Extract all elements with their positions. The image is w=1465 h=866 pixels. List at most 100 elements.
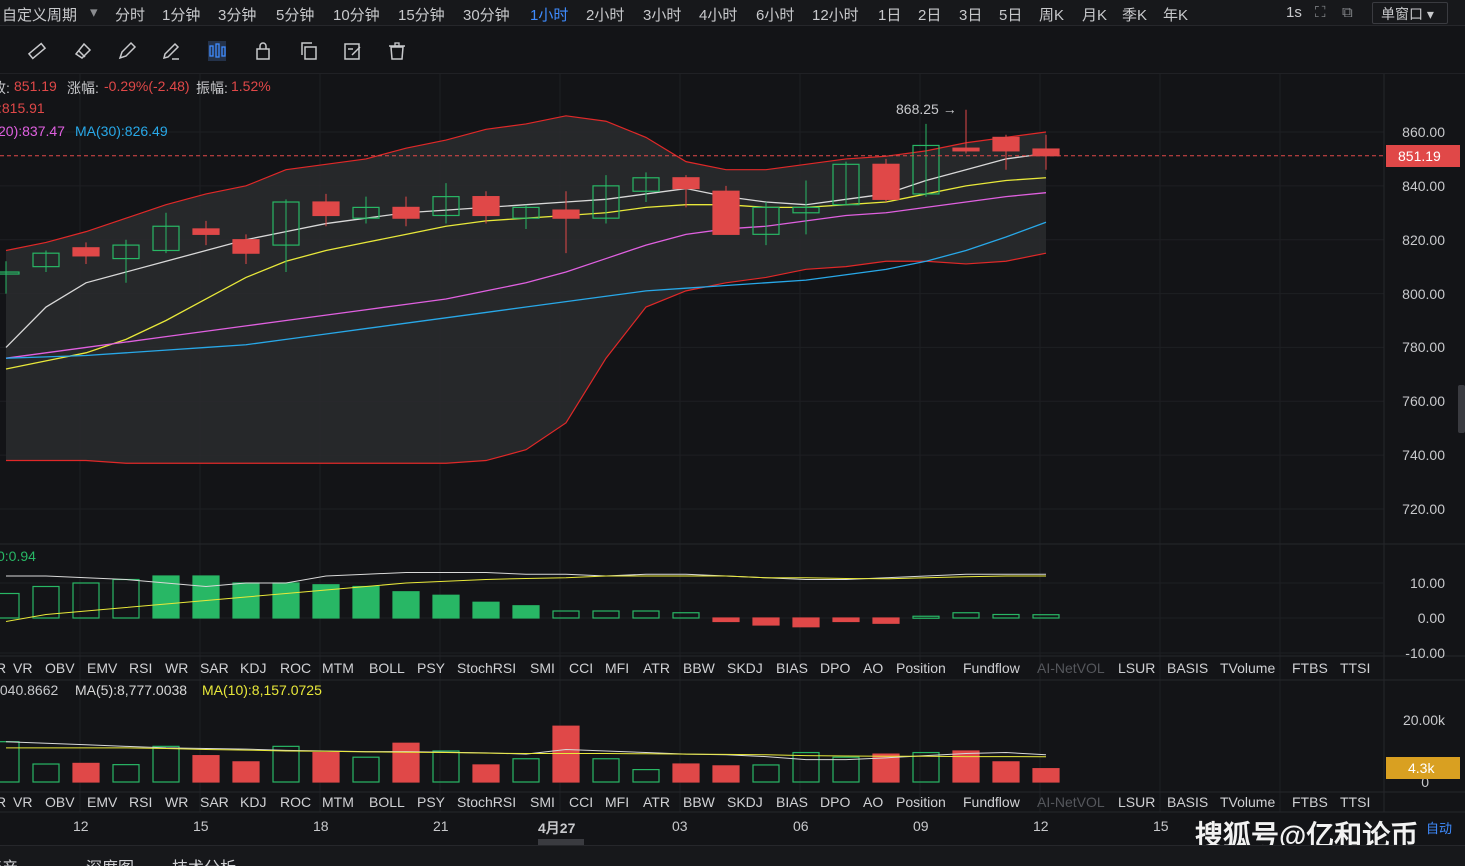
indicator-tab-roc[interactable]: ROC (280, 794, 311, 810)
indicator-tab-wr[interactable]: WR (165, 660, 188, 676)
period-2[interactable]: 1分钟 (162, 4, 200, 25)
period-7[interactable]: 30分钟 (463, 4, 510, 25)
indicator-tab-smi[interactable]: SMI (530, 660, 555, 676)
indicator-tab-skdj[interactable]: SKDJ (727, 660, 763, 676)
indicator-tab-psy[interactable]: PSY (417, 660, 445, 676)
indicator-tab-cci[interactable]: CCI (569, 660, 593, 676)
main-chart[interactable] (0, 74, 1465, 845)
lock-icon[interactable] (252, 40, 274, 62)
period-19[interactable]: 月K (1082, 4, 1107, 25)
indicator-tab-stochrsi[interactable]: StochRSI (457, 660, 516, 676)
indicator-tab-ttsi[interactable]: TTSI (1340, 794, 1370, 810)
indicator-tab-bias[interactable]: BIAS (776, 794, 808, 810)
indicator-tab-kdj[interactable]: KDJ (240, 794, 266, 810)
period-12[interactable]: 6小时 (756, 4, 794, 25)
indicator-tab-mfi[interactable]: MFI (605, 660, 629, 676)
period-21[interactable]: 年K (1163, 4, 1188, 25)
period-18[interactable]: 周K (1039, 4, 1064, 25)
indicator-tab-dpo[interactable]: DPO (820, 660, 850, 676)
indicator-tab-sar[interactable]: SAR (200, 794, 229, 810)
indicator-tab-emv[interactable]: EMV (87, 660, 117, 676)
indicator-tab-mfi[interactable]: MFI (605, 794, 629, 810)
dropdown-caret-icon[interactable]: ▾ (90, 3, 98, 21)
indicator-tab-bias[interactable]: BIAS (776, 660, 808, 676)
candle-body[interactable] (192, 228, 220, 235)
period-1[interactable]: 分时 (115, 4, 145, 25)
indicator-tab-boll[interactable]: BOLL (369, 660, 405, 676)
indicator-tab-stochrsi[interactable]: StochRSI (457, 794, 516, 810)
period-13[interactable]: 12小时 (812, 4, 859, 25)
indicator-tab-position[interactable]: Position (896, 660, 946, 676)
indicator-tab-skdj[interactable]: SKDJ (727, 794, 763, 810)
period-10[interactable]: 3小时 (643, 4, 681, 25)
candle-body[interactable] (312, 201, 340, 217)
bottom-tab-2[interactable]: 技术分析 (172, 854, 236, 866)
indicator-tab-vr[interactable]: VR (13, 794, 32, 810)
indicator-tab-lsur[interactable]: LSUR (1118, 660, 1155, 676)
indicator-tab-r[interactable]: R (0, 660, 6, 676)
period-4[interactable]: 5分钟 (276, 4, 314, 25)
indicator-tab-position[interactable]: Position (896, 794, 946, 810)
indicator-tab-mtm[interactable]: MTM (322, 794, 354, 810)
period-20[interactable]: 季K (1122, 4, 1147, 25)
period-16[interactable]: 3日 (959, 4, 982, 25)
bottom-tab-1[interactable]: 深度图 (86, 854, 134, 866)
bottom-tab-0[interactable]: 资产 (0, 854, 18, 866)
candle-body[interactable] (392, 206, 420, 219)
indicator-tab-boll[interactable]: BOLL (369, 794, 405, 810)
candle-body[interactable] (232, 239, 260, 254)
interval-label[interactable]: 1s (1286, 4, 1302, 21)
indicator-tab-obv[interactable]: OBV (45, 660, 75, 676)
indicator-tab-tvolume[interactable]: TVolume (1220, 794, 1275, 810)
period-15[interactable]: 2日 (918, 4, 941, 25)
period-11[interactable]: 4小时 (699, 4, 737, 25)
copy-icon[interactable] (298, 40, 320, 62)
indicator-tab-basis[interactable]: BASIS (1167, 660, 1208, 676)
indicator-tab-bbw[interactable]: BBW (683, 660, 715, 676)
indicator-tab-ai-netvol[interactable]: AI-NetVOL (1037, 660, 1105, 676)
auto-scale-toggle[interactable]: 自动 (1426, 818, 1452, 837)
indicator-tab-roc[interactable]: ROC (280, 660, 311, 676)
candlestick-icon[interactable] (206, 40, 228, 62)
indicator-tab-lsur[interactable]: LSUR (1118, 794, 1155, 810)
export-icon[interactable]: ⧉ (1342, 4, 1353, 21)
period-17[interactable]: 5日 (999, 4, 1022, 25)
eraser-icon[interactable] (72, 40, 94, 62)
indicator-tab-atr[interactable]: ATR (643, 794, 670, 810)
edit-icon[interactable] (342, 40, 364, 62)
indicator-tab-tvolume[interactable]: TVolume (1220, 660, 1275, 676)
indicator-tab-rsi[interactable]: RSI (129, 794, 152, 810)
period-3[interactable]: 3分钟 (218, 4, 256, 25)
indicator-tab-sar[interactable]: SAR (200, 660, 229, 676)
indicator-tab-ao[interactable]: AO (863, 794, 883, 810)
trash-icon[interactable] (386, 40, 408, 62)
indicator-tab-emv[interactable]: EMV (87, 794, 117, 810)
indicator-tab-ao[interactable]: AO (863, 660, 883, 676)
candle-body[interactable] (552, 209, 580, 219)
candle-body[interactable] (672, 177, 700, 190)
candle-body[interactable] (872, 163, 900, 200)
indicator-tab-r[interactable]: R (0, 794, 6, 810)
period-5[interactable]: 10分钟 (333, 4, 380, 25)
candle-body[interactable] (992, 136, 1020, 152)
indicator-tab-bbw[interactable]: BBW (683, 794, 715, 810)
indicator-tab-atr[interactable]: ATR (643, 660, 670, 676)
period-0[interactable]: 自定义周期 (2, 4, 77, 25)
brush-icon[interactable] (160, 40, 182, 62)
candle-body[interactable] (472, 196, 500, 217)
indicator-tab-fundflow[interactable]: Fundflow (963, 660, 1020, 676)
indicator-tab-wr[interactable]: WR (165, 794, 188, 810)
indicator-tab-fundflow[interactable]: Fundflow (963, 794, 1020, 810)
indicator-tab-rsi[interactable]: RSI (129, 660, 152, 676)
indicator-tab-ftbs[interactable]: FTBS (1292, 660, 1328, 676)
indicator-tab-obv[interactable]: OBV (45, 794, 75, 810)
period-8[interactable]: 1小时 (530, 4, 568, 25)
candle-body[interactable] (72, 247, 100, 257)
indicator-tab-vr[interactable]: VR (13, 660, 32, 676)
indicator-tab-dpo[interactable]: DPO (820, 794, 850, 810)
indicator-tab-psy[interactable]: PSY (417, 794, 445, 810)
indicator-tab-mtm[interactable]: MTM (322, 660, 354, 676)
indicator-tab-ftbs[interactable]: FTBS (1292, 794, 1328, 810)
candle-body[interactable] (952, 147, 980, 152)
indicator-tab-basis[interactable]: BASIS (1167, 794, 1208, 810)
